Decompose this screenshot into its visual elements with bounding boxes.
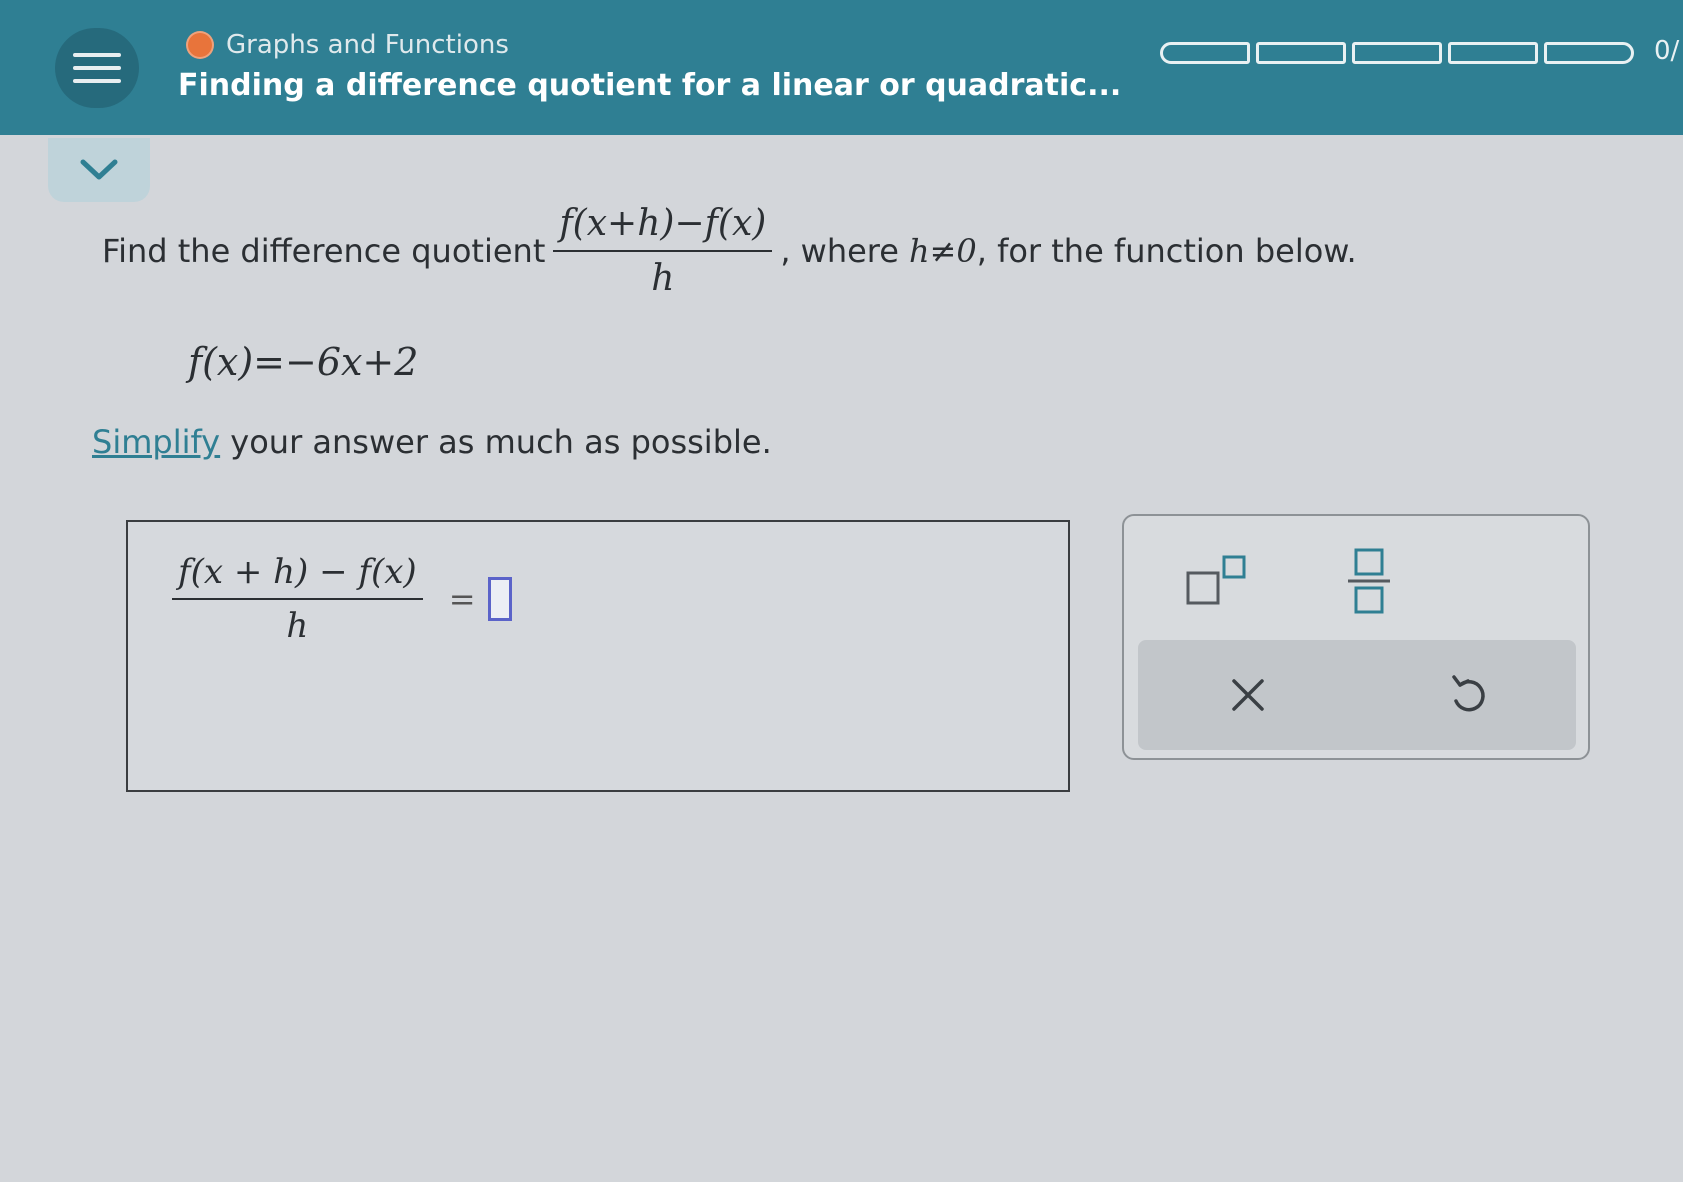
close-icon: [1232, 679, 1264, 711]
undo-icon: [1452, 675, 1485, 712]
simplify-link[interactable]: Simplify: [92, 423, 220, 461]
question-prefix: Find the difference quotient: [102, 232, 546, 270]
progress-bar: [1160, 42, 1634, 64]
math-keypad: [1122, 514, 1590, 760]
undo-button[interactable]: [1418, 660, 1518, 730]
topic-breadcrumb: Graphs and Functions: [186, 30, 509, 60]
hamburger-menu-icon: [73, 53, 121, 57]
exponent-template-icon: [1186, 555, 1246, 605]
instruction-rest: your answer as much as possible.: [220, 423, 772, 461]
clear-button[interactable]: [1198, 660, 1298, 730]
top-header: Graphs and Functions Finding a differenc…: [0, 0, 1683, 135]
answer-fraction: f(x + h) − f(x) h: [172, 552, 423, 646]
chevron-down-icon: [80, 159, 118, 180]
function-definition: f(x)=−6x+2: [188, 340, 419, 384]
progress-segment: [1352, 42, 1442, 64]
answer-numerator: f(x + h) − f(x): [178, 552, 417, 592]
progress-count: 0/: [1654, 36, 1680, 66]
lesson-title: Finding a difference quotient for a line…: [178, 68, 1122, 103]
question-suffix: , for the function below.: [976, 232, 1357, 270]
answer-area: f(x + h) − f(x) h =: [126, 520, 1070, 792]
exponent-button[interactable]: [1172, 546, 1262, 616]
equals-sign: =: [448, 580, 476, 618]
topic-label: Graphs and Functions: [226, 30, 509, 60]
question-prompt: Find the difference quotient f(x+h)−f(x)…: [102, 196, 1357, 306]
quotient-numerator: f(x+h)−f(x): [559, 203, 767, 244]
progress-segment: [1256, 42, 1346, 64]
progress-segment: [1448, 42, 1538, 64]
where-text: , where: [780, 232, 899, 270]
answer-expression: f(x + h) − f(x) h =: [164, 552, 512, 646]
answer-denominator: h: [286, 606, 309, 646]
difference-quotient-fraction: f(x+h)−f(x) h: [553, 203, 773, 299]
h-condition: h≠0: [908, 232, 977, 270]
topic-status-dot: [186, 31, 214, 59]
progress-segment: [1544, 42, 1634, 64]
menu-button[interactable]: [55, 28, 139, 108]
collapse-header-button[interactable]: [48, 138, 150, 202]
keypad-action-row: [1138, 640, 1576, 750]
fraction-template-icon: [1348, 548, 1390, 614]
quotient-denominator: h: [651, 258, 675, 299]
fraction-button[interactable]: [1324, 544, 1414, 618]
instruction-text: Simplify your answer as much as possible…: [92, 423, 772, 461]
progress-segment: [1160, 42, 1250, 64]
answer-input[interactable]: [487, 577, 512, 621]
